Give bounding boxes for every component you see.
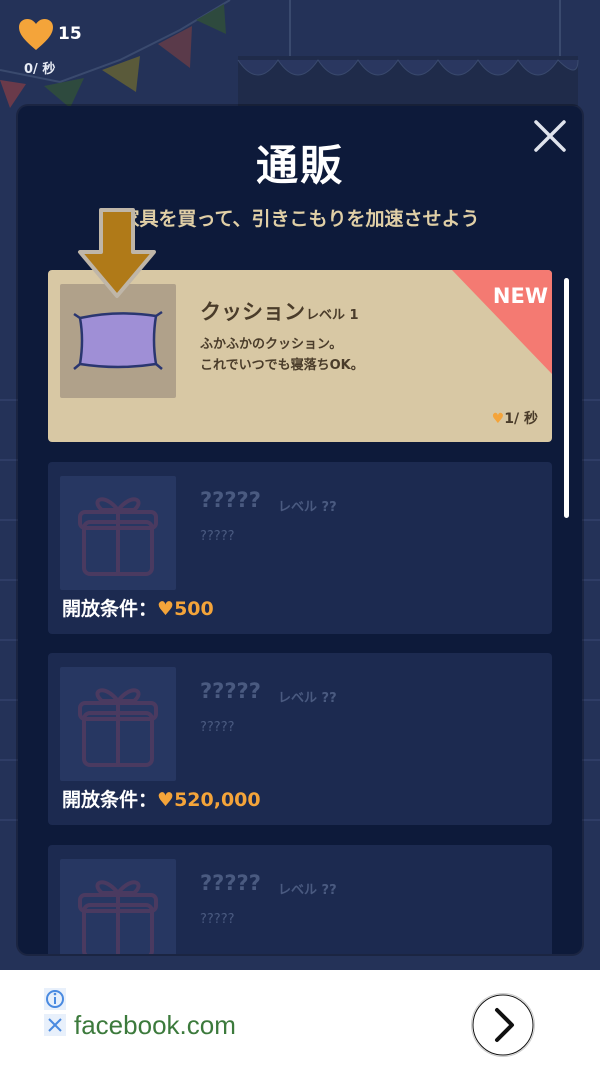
gift-box-icon	[78, 880, 158, 954]
new-badge-label: NEW	[492, 284, 548, 308]
item-name: ?????	[200, 488, 261, 512]
item-card-locked[interactable]: ????? レベル ?? ????? 開放条件：♥520,000	[48, 653, 552, 825]
item-level: レベル ??	[278, 500, 337, 515]
unlock-cost: 500	[174, 598, 214, 620]
item-name: ?????	[200, 871, 261, 895]
unlock-cost: 520,000	[174, 789, 261, 811]
heart-rate: 0/ 秒	[24, 62, 56, 77]
item-card-locked[interactable]: ????? レベル ?? ????? 開放条件：♥500	[48, 462, 552, 634]
ad-text[interactable]: facebook.com	[74, 1010, 236, 1041]
unlock-condition: 開放条件：♥500	[62, 594, 214, 621]
item-card-locked[interactable]: ????? レベル ?? ?????	[48, 845, 552, 954]
item-thumbnail	[60, 476, 176, 590]
heart-icon: ♥	[157, 789, 175, 811]
item-level: レベル 1	[306, 308, 359, 323]
item-description: ?????	[200, 912, 235, 927]
item-name: ?????	[200, 679, 261, 703]
item-description: ?????	[200, 720, 235, 735]
list-scrollbar[interactable]	[564, 278, 569, 518]
gift-box-icon	[78, 688, 158, 767]
chevron-right-icon	[472, 994, 534, 1056]
item-rate-value: 1/ 秒	[504, 411, 538, 427]
ad-banner[interactable]: facebook.com	[0, 970, 600, 1067]
item-list[interactable]: クッション レベル 1 ふかふかのクッション。 これでいつでも寝落ちOK。 ♥1…	[48, 270, 552, 954]
unlock-label: 開放条件：	[62, 789, 158, 811]
unlock-condition: 開放条件：♥520,000	[62, 785, 261, 812]
item-thumbnail	[60, 859, 176, 954]
item-thumbnail	[60, 667, 176, 781]
ad-close-icon[interactable]	[44, 1014, 66, 1036]
arrow-down-icon	[78, 208, 156, 298]
item-description: ふかふかのクッション。 これでいつでも寝落ちOK。	[200, 337, 364, 373]
item-level: レベル ??	[278, 691, 337, 706]
item-description: ?????	[200, 529, 235, 544]
heart-icon	[19, 19, 53, 50]
heart-count: 15	[58, 24, 82, 44]
modal-title: 通販	[255, 141, 344, 190]
item-rate: ♥1/ 秒	[492, 408, 538, 428]
item-level: レベル ??	[278, 883, 337, 898]
gift-box-icon	[78, 497, 158, 576]
heart-icon: ♥	[157, 598, 175, 620]
close-icon[interactable]	[532, 118, 568, 154]
ad-next-button[interactable]	[472, 994, 534, 1056]
info-icon[interactable]	[44, 988, 66, 1010]
item-name: クッション	[200, 300, 305, 324]
heart-icon: ♥	[491, 411, 505, 427]
hud: 15 0/ 秒	[18, 16, 108, 77]
unlock-label: 開放条件：	[62, 598, 158, 620]
